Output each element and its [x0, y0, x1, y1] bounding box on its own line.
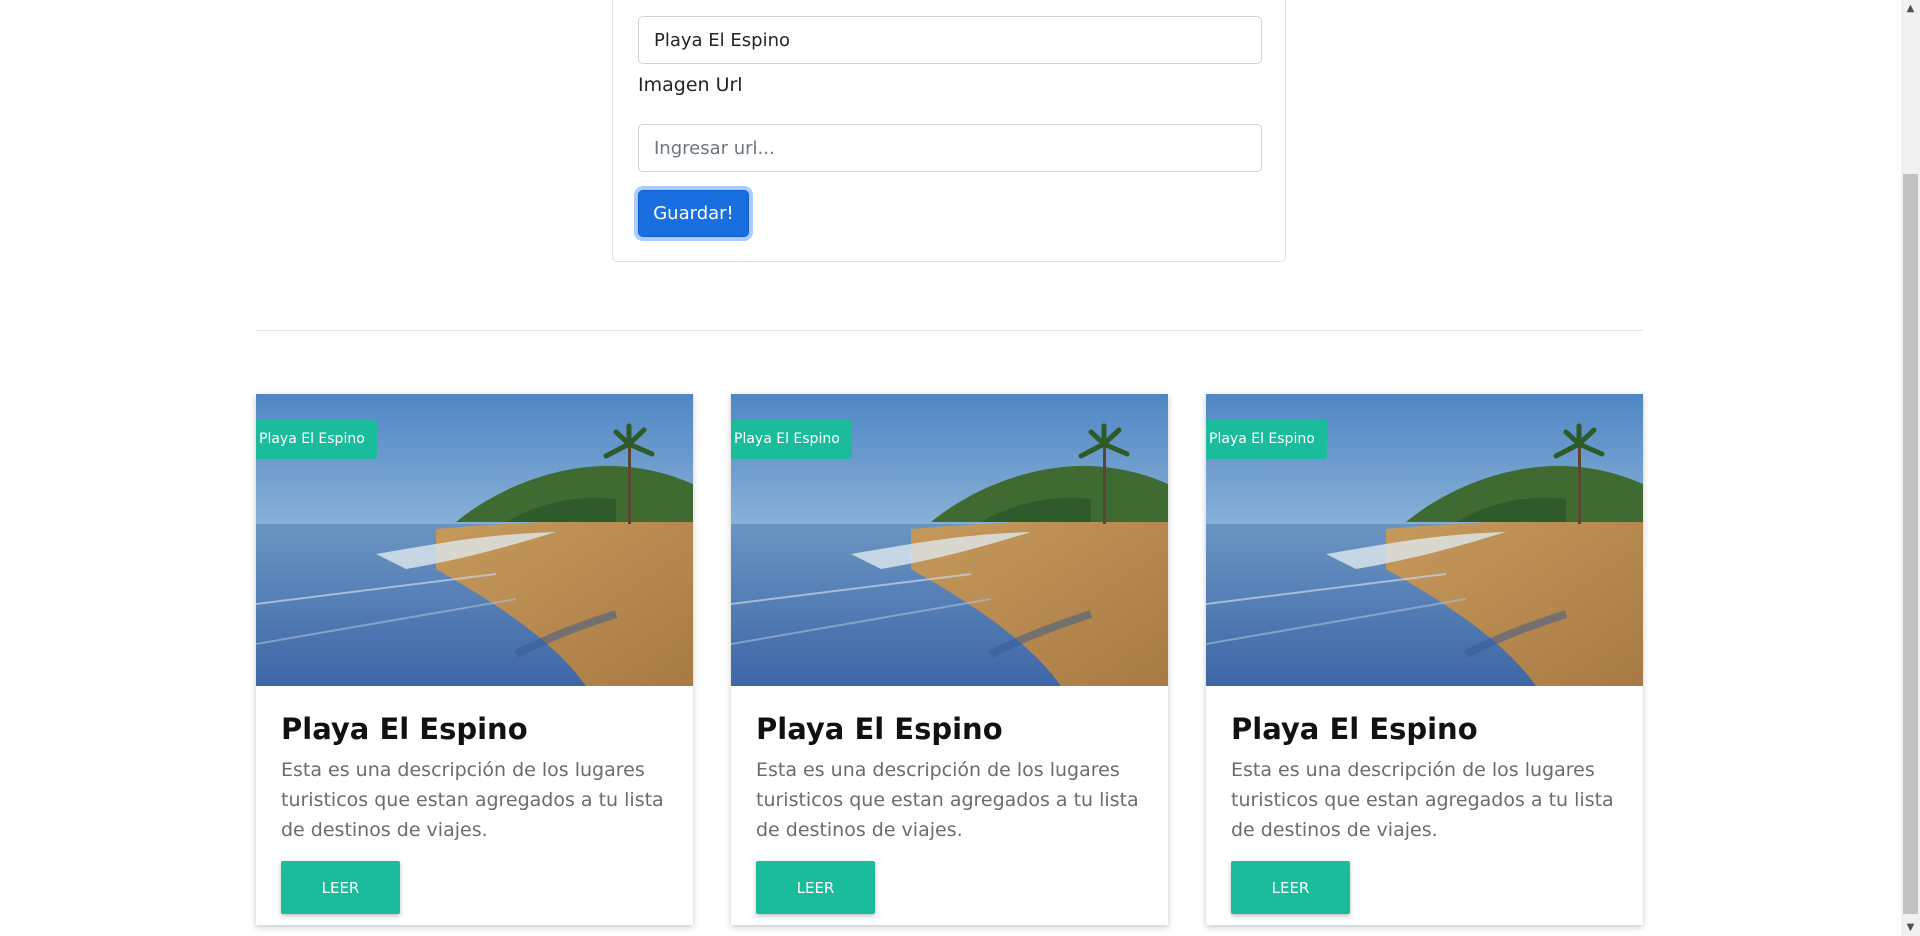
card-title: Playa El Espino	[1231, 712, 1478, 746]
card-description: Esta es una descripción de los lugares t…	[756, 759, 1139, 841]
card-title: Playa El Espino	[756, 712, 1003, 746]
destination-card: Playa El Espino Playa El Espino Esta es …	[256, 394, 693, 925]
card-image: Playa El Espino	[731, 394, 1168, 686]
destination-card: Playa El Espino Playa El Espino Esta es …	[731, 394, 1168, 925]
section-divider	[255, 330, 1643, 331]
page-scrollbar[interactable]: ▲ ▼	[1901, 0, 1920, 936]
scrollbar-thumb[interactable]	[1903, 174, 1918, 914]
card-tag: Playa El Espino	[1206, 419, 1327, 459]
card-description: Esta es una descripción de los lugares t…	[1231, 759, 1614, 841]
place-name-input[interactable]	[638, 16, 1262, 64]
card-image: Playa El Espino	[256, 394, 693, 686]
card-title: Playa El Espino	[281, 712, 528, 746]
card-image: Playa El Espino	[1206, 394, 1643, 686]
card-tag: Playa El Espino	[256, 419, 377, 459]
save-button[interactable]: Guardar!	[638, 190, 749, 237]
read-button[interactable]: LEER	[1231, 861, 1350, 914]
card-description: Esta es una descripción de los lugares t…	[281, 759, 664, 841]
page: Imagen Url Guardar! Playa El Espino Play…	[0, 0, 1901, 936]
scroll-down-arrow-icon[interactable]: ▼	[1901, 919, 1920, 936]
image-url-input[interactable]	[638, 124, 1262, 172]
destination-card: Playa El Espino Playa El Espino Esta es …	[1206, 394, 1643, 925]
add-destination-form: Imagen Url Guardar!	[612, 0, 1286, 262]
card-tag: Playa El Espino	[731, 419, 852, 459]
scroll-up-arrow-icon[interactable]: ▲	[1901, 0, 1920, 17]
read-button[interactable]: LEER	[281, 861, 400, 914]
image-url-label: Imagen Url	[638, 74, 743, 96]
read-button[interactable]: LEER	[756, 861, 875, 914]
